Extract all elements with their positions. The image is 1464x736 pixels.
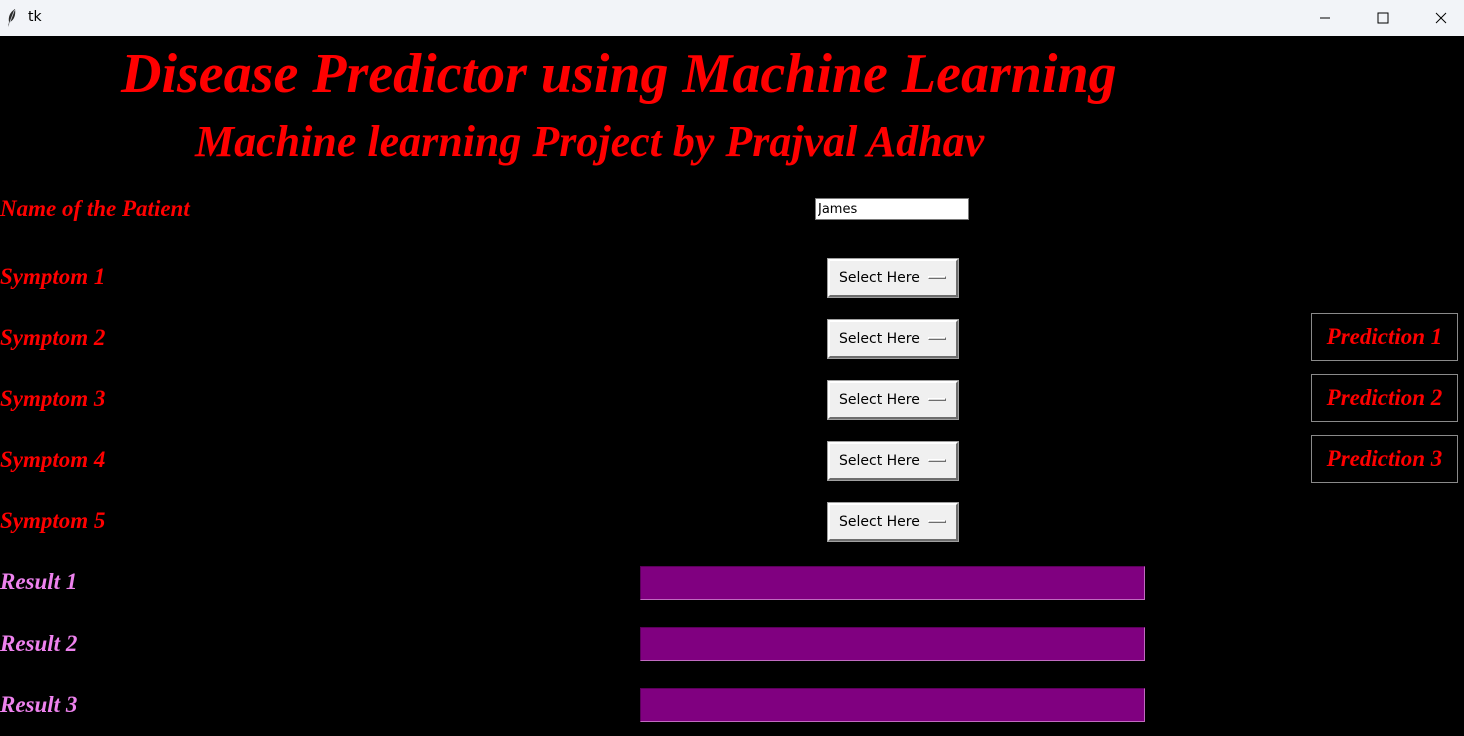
- dropdown-indicator-icon: [928, 337, 946, 340]
- window-title: tk: [28, 9, 42, 25]
- symptom-3-dropdown[interactable]: Select Here: [828, 381, 958, 419]
- prediction-1-button[interactable]: Prediction 1: [1311, 313, 1458, 361]
- symptom-5-dropdown[interactable]: Select Here: [828, 503, 958, 541]
- result-2-label: Result 2: [0, 631, 78, 656]
- title-bar[interactable]: tk: [0, 0, 1464, 36]
- symptom-2-value: Select Here: [839, 331, 920, 347]
- patient-name-input[interactable]: [815, 198, 969, 220]
- main-content: Disease Predictor using Machine Learning…: [0, 36, 1464, 736]
- page-title: Disease Predictor using Machine Learning: [121, 43, 1117, 105]
- symptom-1-value: Select Here: [839, 270, 920, 286]
- symptom-4-label: Symptom 4: [0, 447, 106, 472]
- symptom-3-label: Symptom 3: [0, 386, 106, 411]
- symptom-3-value: Select Here: [839, 392, 920, 408]
- close-button[interactable]: [1412, 0, 1464, 36]
- symptom-2-label: Symptom 2: [0, 325, 106, 350]
- dropdown-indicator-icon: [928, 276, 946, 279]
- prediction-2-button[interactable]: Prediction 2: [1311, 374, 1458, 422]
- maximize-button[interactable]: [1354, 0, 1412, 36]
- dropdown-indicator-icon: [928, 520, 946, 523]
- page-subtitle: Machine learning Project by Prajval Adha…: [195, 117, 985, 166]
- symptom-5-value: Select Here: [839, 514, 920, 530]
- result-1-field: [640, 566, 1145, 600]
- prediction-3-button[interactable]: Prediction 3: [1311, 435, 1458, 483]
- feather-icon: [6, 8, 18, 28]
- minimize-icon: [1319, 9, 1331, 28]
- symptom-5-label: Symptom 5: [0, 508, 106, 533]
- symptom-4-value: Select Here: [839, 453, 920, 469]
- minimize-button[interactable]: [1296, 0, 1354, 36]
- result-1-label: Result 1: [0, 569, 78, 594]
- app-window: tk Disease Predictor using Machine Learn…: [0, 0, 1464, 736]
- symptom-2-dropdown[interactable]: Select Here: [828, 320, 958, 358]
- symptom-1-label: Symptom 1: [0, 264, 106, 289]
- result-3-label: Result 3: [0, 692, 78, 717]
- patient-name-label: Name of the Patient: [0, 196, 190, 221]
- dropdown-indicator-icon: [928, 459, 946, 462]
- symptom-4-dropdown[interactable]: Select Here: [828, 442, 958, 480]
- result-2-field: [640, 627, 1145, 661]
- maximize-icon: [1377, 9, 1389, 28]
- symptom-1-dropdown[interactable]: Select Here: [828, 259, 958, 297]
- close-icon: [1435, 9, 1447, 28]
- result-3-field: [640, 688, 1145, 722]
- dropdown-indicator-icon: [928, 398, 946, 401]
